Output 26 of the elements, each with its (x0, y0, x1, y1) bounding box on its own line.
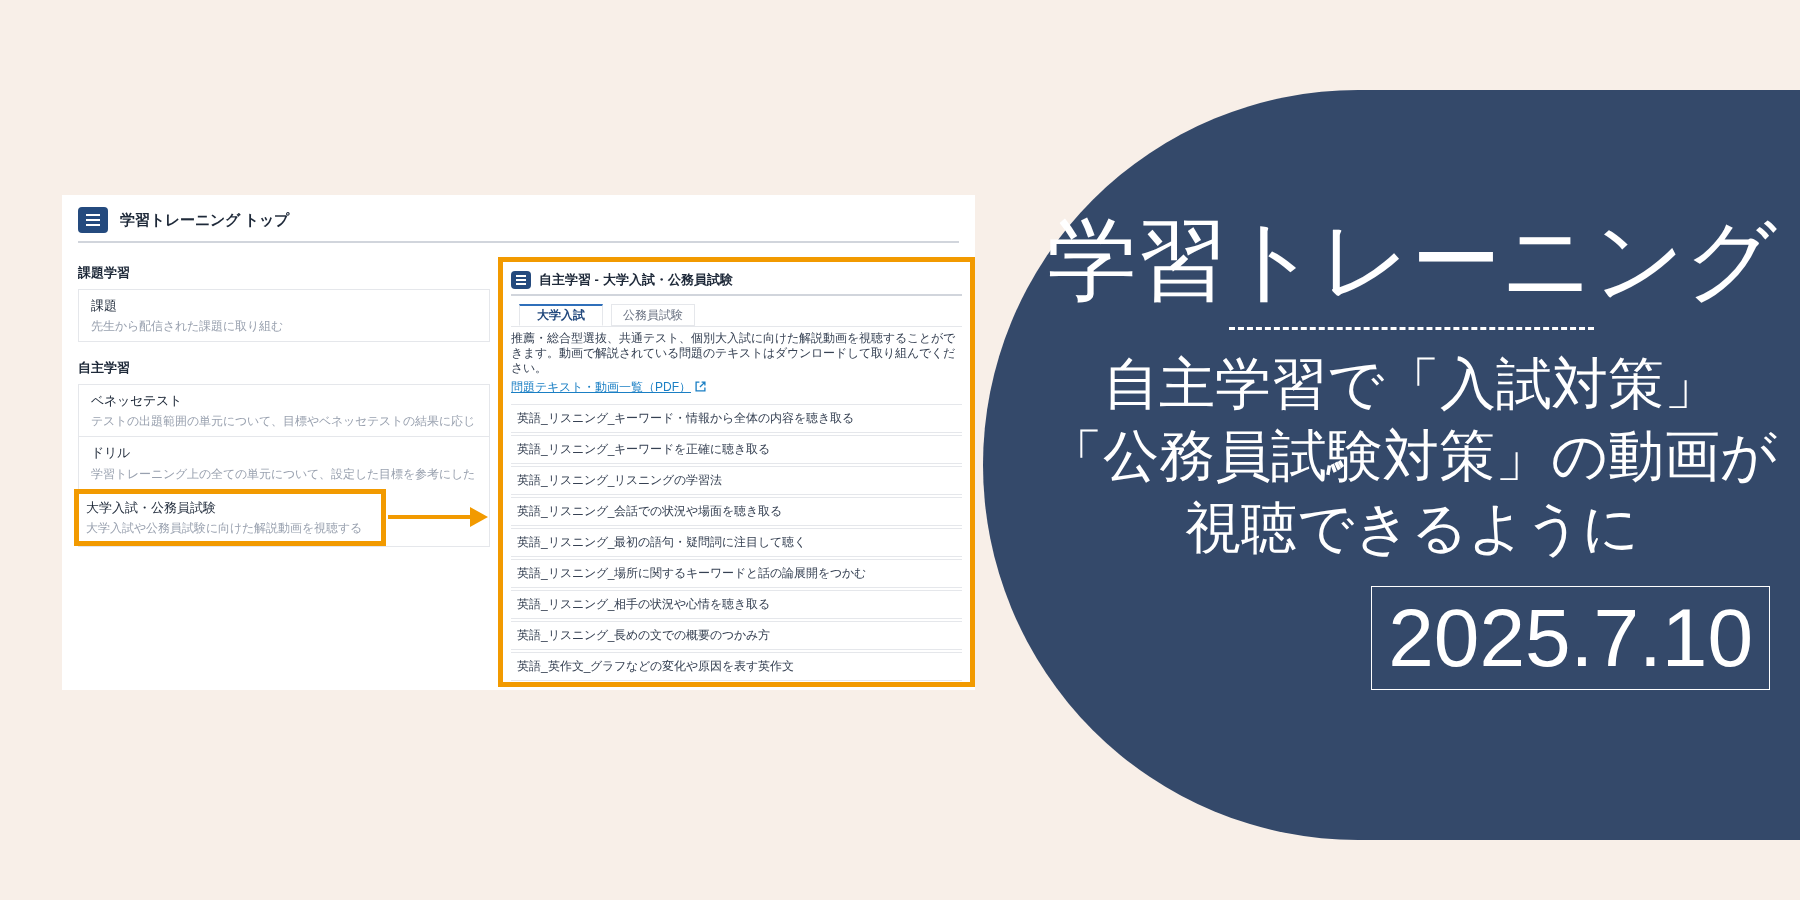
video-list-item[interactable]: 英語_リスニング_キーワードを正確に聴き取る (511, 434, 962, 464)
subtitle-text: 自主学習で「入試対策」 (1103, 351, 1720, 417)
menu-card[interactable]: 大学入試・公務員試験 大学入試や公務員試験に向けた解説動画を視聴する (74, 488, 386, 546)
page-title: 自主学習 - 大学入試・公務員試験 (539, 271, 733, 289)
page-title: 学習トレーニング トップ (120, 209, 290, 230)
section-heading: 自主学習 (78, 359, 130, 377)
date-label: 2025.7.10 (1371, 586, 1770, 690)
description-text: 推薦・総合型選抜、共通テスト、個別大入試に向けた解説動画を視聴することができます。動画で解説されている問題のテキストはダウンロードして取り組んでください。 (511, 330, 956, 376)
video-list-item[interactable]: 英語_リスニング_場所に関するキーワードと話の論展開をつかむ (511, 558, 962, 588)
menu-icon[interactable] (78, 207, 108, 233)
tab[interactable]: 大学入試 (519, 303, 603, 326)
menu-icon[interactable] (511, 270, 531, 289)
subtitle-text: 視聴できるように (1184, 495, 1639, 561)
video-list-item[interactable]: 英語_リスニング_キーワード・情報から全体の内容を聴き取る (511, 403, 962, 433)
pdf-link[interactable]: 問題テキスト・動画一覧（PDF） (511, 377, 691, 396)
video-list-item[interactable]: 英語_リスニング_リスニングの学習法 (511, 465, 962, 495)
video-list-item[interactable]: 英語_リスニング_相手の状況や心情を聴き取る (511, 589, 962, 619)
section-heading: 課題学習 (78, 264, 130, 282)
external-link-icon (695, 381, 706, 392)
banner-title: 学習トレーニング (1046, 215, 1777, 305)
tab[interactable]: 公務員試験 (611, 303, 695, 326)
video-list-item[interactable]: 英語_リスニング_長めの文での概要のつかみ方 (511, 620, 962, 650)
video-list-item[interactable]: 英語_英作文_グラフなどの変化や原因を表す英作文 (511, 651, 962, 681)
subtitle-text: 「公務員試験対策」の動画が (1046, 423, 1777, 489)
video-list-item[interactable]: 英語_リスニング_会話での状況や場面を聴き取る (511, 496, 962, 526)
video-list-item[interactable]: 英語_リスニング_最初の語句・疑問詞に注目して聴く (511, 527, 962, 557)
